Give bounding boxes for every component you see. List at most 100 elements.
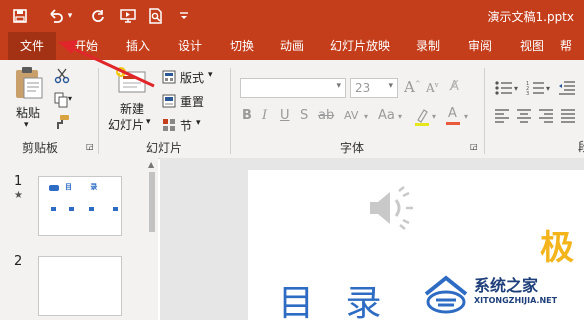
reset-button[interactable]: 重置 [162,92,222,110]
slide-number: 1 [14,174,23,189]
change-case-dropdown-icon[interactable]: ▾ [398,112,402,121]
tab-animations[interactable]: 动画 [270,32,314,60]
thumbnail-scrollbar[interactable]: ▲ [146,158,158,320]
tab-help[interactable]: 帮 [560,32,584,60]
scrollbar-thumb[interactable] [149,172,155,232]
copy-dropdown-icon[interactable]: ▾ [68,94,72,103]
group-separator [230,68,231,154]
highlight-dropdown-icon[interactable]: ▾ [432,112,436,121]
audio-speaker-icon[interactable] [366,186,416,230]
slides-group-label: 幻灯片 [146,141,183,155]
highlight-icon[interactable] [414,108,430,126]
font-color-icon[interactable]: A [446,106,462,126]
character-spacing-icon[interactable]: AV [344,109,358,122]
clipboard-launcher-icon[interactable]: ◲ [86,142,94,151]
paste-label: 粘贴 [16,106,41,120]
font-size-value: 23 [355,81,371,95]
tab-insert[interactable]: 插入 [116,32,160,60]
reset-label: 重置 [180,95,205,109]
font-launcher-icon[interactable]: ◲ [470,142,478,151]
group-separator [98,68,99,154]
bold-icon[interactable]: B [242,108,252,123]
paste-icon [16,67,43,99]
watermark-logo: 系统之家 XITONGZHIJIA.NET [422,272,584,320]
font-group-label: 字体 [340,141,365,155]
section-dropdown-icon[interactable]: ▾ [196,118,201,128]
decrease-indent-icon[interactable] [558,80,576,96]
ribbon: 粘贴 ▾ ▾ 剪贴板 ◲ 新建 幻灯片 ▾ 版式 ▾ 重置 节 ▾ 幻灯片 ▾ … [0,60,584,159]
layout-label: 版式 [180,71,205,85]
bullets-dropdown-icon[interactable]: ▾ [514,84,518,93]
new-slide-icon [116,67,146,93]
font-color-dropdown-icon[interactable]: ▾ [464,112,468,121]
scroll-up-icon[interactable]: ▲ [148,160,154,169]
clear-formatting-icon[interactable]: A̸ [450,79,459,94]
numbering-icon[interactable]: 123 [526,80,546,97]
print-preview-icon[interactable] [146,6,166,26]
watermark-brand: 系统之家 [474,276,539,295]
slide-heading[interactable]: 目 录 [278,274,391,326]
section-label: 节 [180,119,193,133]
new-slide-label-line2: 幻灯片 [108,118,145,132]
slide-number: 2 [14,254,23,269]
italic-icon[interactable]: I [262,108,267,123]
slide-thumbnail-1[interactable]: 目 录 [38,176,122,236]
layout-dropdown-icon[interactable]: ▾ [208,70,213,80]
thumb-mark [89,207,94,211]
watermark-house-icon [424,275,468,314]
strikethrough-icon[interactable]: ab [318,108,334,123]
underline-icon[interactable]: U [280,108,290,123]
tab-file[interactable]: 文件 [8,32,56,60]
layout-button[interactable]: 版式 ▾ [162,68,222,86]
ribbon-tabs: 文件 开始 插入 设计 切换 动画 幻灯片放映 录制 审阅 视图 帮 [0,32,584,60]
save-icon[interactable] [10,6,30,26]
slide-thumbnail-panel: 1 ★ 目 录 2 ▲ [0,158,158,320]
copy-icon[interactable]: ▾ [54,92,76,108]
paragraph-group-label-partial: 段 [578,138,584,155]
group-separator [484,68,485,154]
new-slide-dropdown-icon[interactable]: ▾ [146,117,151,127]
numbering-dropdown-icon[interactable]: ▾ [546,84,550,93]
undo-dropdown-icon[interactable]: ▾ [64,6,76,26]
tab-record[interactable]: 录制 [406,32,450,60]
change-case-icon[interactable]: Aa [378,108,395,123]
paste-dropdown-icon[interactable]: ▾ [24,120,29,130]
shadow-icon[interactable]: S [300,108,308,123]
font-size-dropdown-icon[interactable]: ▾ [388,81,393,91]
document-title: 演示文稿1.pptx [487,10,575,24]
svg-text:3: 3 [526,91,529,96]
present-from-start-icon[interactable] [118,6,138,26]
slide-thumbnail-2[interactable] [38,256,122,316]
justify-icon[interactable] [560,108,576,124]
tab-review[interactable]: 审阅 [458,32,502,60]
tab-home[interactable]: 开始 [62,32,110,60]
align-left-icon[interactable] [494,108,510,124]
cut-icon[interactable] [54,68,70,84]
section-icon [163,119,175,131]
character-spacing-dropdown-icon[interactable]: ▾ [364,112,368,121]
tab-design[interactable]: 设计 [168,32,212,60]
increase-font-size-icon[interactable]: A^ [404,78,421,96]
paste-button[interactable]: 粘贴 ▾ [10,66,48,132]
thumb-mark [69,207,74,211]
format-painter-icon[interactable] [54,114,70,130]
tab-slide-show[interactable]: 幻灯片放映 [322,32,398,60]
align-center-icon[interactable] [516,108,532,124]
font-size-combo[interactable]: 23 ▾ [350,78,398,98]
customize-dropdown-icon[interactable] [174,6,194,26]
font-name-dropdown-icon[interactable]: ▾ [336,81,341,91]
new-slide-button[interactable]: 新建 幻灯片 ▾ [106,64,158,134]
tab-transitions[interactable]: 切换 [220,32,264,60]
font-name-combo[interactable]: ▾ [240,78,346,98]
section-button[interactable]: 节 ▾ [162,116,222,134]
layout-icon [162,70,176,84]
tab-view[interactable]: 视图 [510,32,554,60]
redo-icon[interactable] [88,6,108,26]
reset-icon [162,94,176,108]
bullets-icon[interactable] [494,80,514,96]
decrease-font-size-icon[interactable]: Av [426,81,439,95]
align-right-icon[interactable] [538,108,554,124]
watermark-url: XITONGZHIJIA.NET [474,296,558,305]
undo-icon[interactable] [46,6,66,26]
slide-animation-star-icon: ★ [14,190,23,201]
